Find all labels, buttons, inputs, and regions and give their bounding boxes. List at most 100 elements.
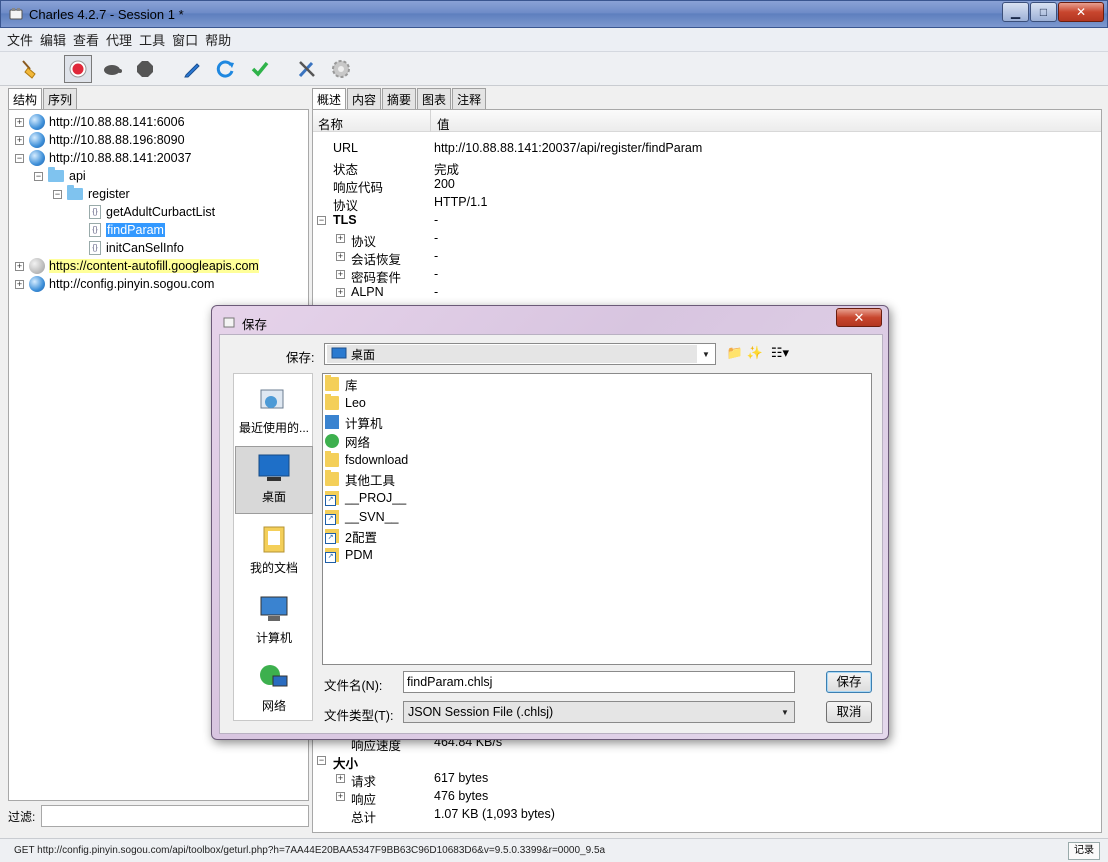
maximize-button[interactable]: □ [1030,2,1057,22]
tree-file-selected[interactable]: {} findParam [89,221,165,239]
expand-icon[interactable]: + [336,234,345,243]
recording-status-button[interactable]: 记录 [1068,842,1100,860]
collapse-icon[interactable]: − [34,171,43,181]
expand-icon[interactable]: + [15,117,24,127]
tree-file[interactable]: {} getAdultCurbactList [89,203,215,221]
table-row[interactable]: 协议 HTTP/1.1 [313,194,1101,213]
table-row[interactable]: + 密码套件 - [313,266,1101,285]
expand-icon[interactable]: + [15,261,24,271]
menu-window[interactable]: 窗口 [172,30,198,49]
filetype-select[interactable]: JSON Session File (.chlsj) ▼ [403,701,795,723]
new-folder-button[interactable]: ✨ [746,344,764,362]
chevron-down-icon[interactable]: ▼ [697,344,715,364]
tree-file[interactable]: {} initCanSelInfo [89,239,184,257]
place-network[interactable]: 网络 [235,654,313,722]
collapse-icon[interactable]: − [317,756,326,765]
table-row[interactable]: 状态 完成 [313,158,1101,177]
column-value[interactable]: 值 [437,114,450,133]
refresh-icon [216,60,234,78]
table-row[interactable]: + 请求 617 bytes [313,770,1101,789]
collapse-icon[interactable]: − [53,189,62,199]
clear-session-button[interactable] [16,55,44,83]
save-in-select[interactable]: 桌面 ▼ [324,343,716,365]
table-row[interactable]: + 响应 476 bytes [313,788,1101,807]
file-item[interactable]: __SVN__ [325,508,399,526]
menu-tools[interactable]: 工具 [139,30,165,49]
tree-folder[interactable]: − register [53,185,130,203]
tree-folder[interactable]: − api [34,167,86,185]
place-computer[interactable]: 计算机 [235,586,313,654]
breakpoints-button[interactable] [131,55,159,83]
tab-sequence[interactable]: 序列 [43,88,78,109]
close-button[interactable]: ✕ [1058,2,1104,22]
column-name[interactable]: 名称 [318,114,343,133]
file-item[interactable]: 网络 [325,432,370,450]
repeat-button[interactable] [212,55,240,83]
tab-chart[interactable]: 图表 [417,88,452,109]
compose-button[interactable] [178,55,206,83]
throttle-button[interactable] [98,55,126,83]
filter-input[interactable] [41,805,309,827]
tree-host[interactable]: + http://config.pinyin.sogou.com [15,275,214,293]
collapse-icon[interactable]: − [317,216,326,225]
save-button[interactable]: 保存 [826,671,872,693]
minimize-button[interactable]: ▁ [1002,2,1029,22]
tree-host[interactable]: + https://content-autofill.googleapis.co… [15,257,259,275]
validate-button[interactable] [246,55,274,83]
expand-icon[interactable]: + [336,252,345,261]
file-item[interactable]: 2配置 [325,527,377,545]
expand-icon[interactable]: + [336,270,345,279]
tab-summary[interactable]: 摘要 [382,88,417,109]
menu-proxy[interactable]: 代理 [106,30,132,49]
file-item[interactable]: fsdownload [325,451,408,469]
cancel-button[interactable]: 取消 [826,701,872,723]
file-item[interactable]: PDM [325,546,373,564]
stop-icon [137,61,153,77]
table-row[interactable]: + 会话恢复 - [313,248,1101,267]
table-row[interactable]: 响应代码 200 [313,176,1101,195]
place-desktop[interactable]: 桌面 [235,446,313,514]
table-row-group[interactable]: − 大小 [313,752,1101,771]
tab-structure[interactable]: 结构 [8,88,43,109]
expand-icon[interactable]: + [336,792,345,801]
menu-file[interactable]: 文件 [7,30,33,49]
json-file-icon: {} [89,223,101,237]
tab-notes[interactable]: 注释 [452,88,487,109]
file-item[interactable]: 其他工具 [325,470,395,488]
tab-overview[interactable]: 概述 [312,88,347,109]
expand-icon[interactable]: + [15,279,24,289]
tree-host[interactable]: − http://10.88.88.141:20037 [15,149,192,167]
up-folder-button[interactable]: 📁 [726,344,744,362]
place-documents[interactable]: 我的文档 [235,516,313,584]
file-item[interactable]: __PROJ__ [325,489,406,507]
tree-host[interactable]: + http://10.88.88.196:8090 [15,131,185,149]
table-row[interactable]: + 协议 - [313,230,1101,249]
expand-icon[interactable]: + [336,288,345,297]
save-in-label: 保存: [286,351,315,365]
file-item[interactable]: 库 [325,375,358,393]
view-menu-button[interactable]: ☷▾ [766,344,794,362]
settings-button[interactable] [327,55,355,83]
menu-view[interactable]: 查看 [73,30,99,49]
record-button[interactable] [64,55,92,83]
place-recent[interactable]: 最近使用的... [235,376,313,444]
menu-help[interactable]: 帮助 [205,30,231,49]
table-row[interactable]: URL http://10.88.88.141:20037/api/regist… [313,140,1101,158]
expand-icon[interactable]: + [336,774,345,783]
table-row-group[interactable]: − TLS - [313,212,1101,230]
file-item[interactable]: 计算机 [325,413,383,431]
file-item[interactable]: Leo [325,394,366,412]
menu-edit[interactable]: 编辑 [40,30,66,49]
tree-host[interactable]: + http://10.88.88.141:6006 [15,113,185,131]
tools-button[interactable] [293,55,321,83]
collapse-icon[interactable]: − [15,153,24,163]
expand-icon[interactable]: + [15,135,24,145]
library-icon [325,375,339,391]
dialog-close-button[interactable]: ✕ [836,308,882,327]
chevron-down-icon[interactable]: ▼ [776,702,794,722]
table-row[interactable]: 总计 1.07 KB (1,093 bytes) [313,806,1101,825]
dialog-title: 保存 [242,318,268,332]
filename-input[interactable] [403,671,795,693]
table-row[interactable]: + ALPN - [313,284,1101,302]
tab-contents[interactable]: 内容 [347,88,382,109]
